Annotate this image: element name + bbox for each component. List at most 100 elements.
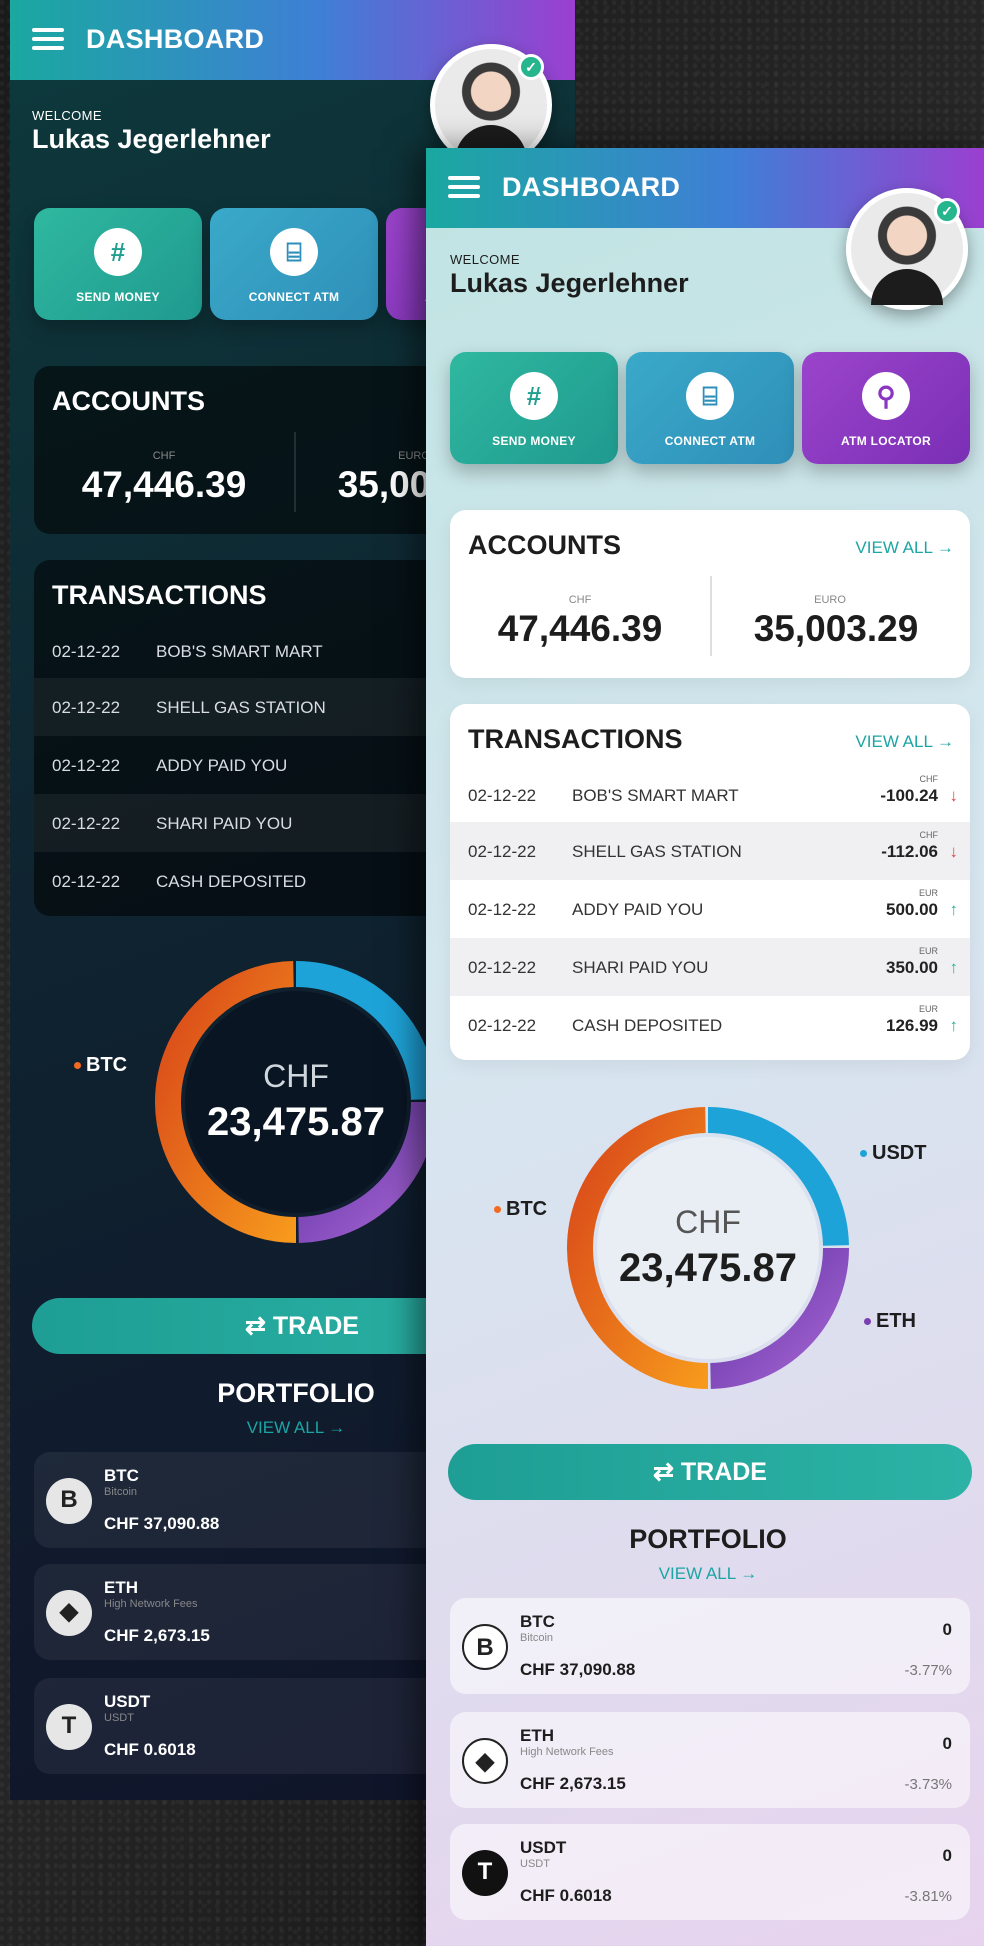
legend-btc: BTC [74,1054,127,1077]
holdings-currency: CHF [263,1058,329,1094]
portfolio-title: PORTFOLIO [217,1378,375,1408]
user-name: Lukas Jegerlehner [32,124,271,154]
coin-symbol: BTC [520,1612,555,1631]
accounts-divider [294,432,296,512]
connect-atm-label: CONNECT ATM [248,290,340,304]
transaction-date: 02-12-22 [468,786,537,805]
transaction-currency: EUR [918,888,938,898]
ethereum-icon: ◆ [46,1590,92,1636]
account-currency: CHF [152,450,176,462]
transaction-description: SHARI PAID YOU [572,958,709,977]
trade-button[interactable]: ⇄ TRADE [448,1444,972,1500]
accounts-view-all-link[interactable]: VIEW ALL → [855,538,954,558]
legend-usdt: USDT [860,1142,926,1165]
atm-locator-button[interactable]: ⚲ ATM LOCATOR [802,352,970,464]
connect-atm-button[interactable]: ⌸ CONNECT ATM [626,352,794,464]
coin-name: High Network Fees [104,1598,198,1610]
transaction-date: 02-12-22 [468,900,537,919]
coin-value: CHF 37,090.88 [520,1660,636,1679]
coin-value: CHF 2,673.15 [104,1626,210,1645]
portfolio-coin-usdt[interactable]: T USDT USDT CHF 0.6018 0 -3.81% [450,1824,970,1920]
portfolio-view-all-link[interactable]: VIEW ALL → [558,1564,858,1584]
coin-value: CHF 0.6018 [520,1886,612,1905]
transaction-description: SHARI PAID YOU [156,814,293,833]
header-title: DASHBOARD [502,172,681,202]
account-balance: 35,003.29 [753,608,919,649]
tether-icon: T [46,1704,92,1750]
transaction-row[interactable]: 02-12-22 SHARI PAID YOU EUR 350.00 ↑ [450,938,970,996]
transaction-description: BOB'S SMART MART [156,642,323,661]
hamburger-menu-icon[interactable] [32,28,64,50]
holdings-currency: CHF [675,1204,741,1240]
legend-btc: BTC [494,1198,547,1221]
transaction-date: 02-12-22 [52,642,121,661]
connect-atm-button[interactable]: ⌸ CONNECT ATM [210,208,378,320]
holdings-total: 23,475.87 [619,1246,797,1290]
account-balance: 47,446.39 [81,464,247,505]
arrow-up-icon: ↑ [949,900,959,919]
account-balance: 47,446.39 [497,608,663,649]
coin-name: High Network Fees [520,1746,614,1758]
bitcoin-icon: B [462,1624,508,1670]
transaction-row[interactable]: 02-12-22 SHELL GAS STATION CHF -112.06 ↓ [450,822,970,880]
transactions-view-all-link[interactable]: VIEW ALL → [855,732,954,752]
coin-name: Bitcoin [520,1632,554,1644]
portfolio-title: PORTFOLIO [629,1524,787,1554]
accounts-card: ACCOUNTS VIEW ALL → CHF 47,446.39 EURO 3… [450,510,970,678]
coin-symbol: USDT [520,1838,567,1857]
atm-locator-label: ATM LOCATOR [841,434,931,448]
header-title: DASHBOARD [86,24,265,54]
transaction-row[interactable]: 02-12-22 ADDY PAID YOU EUR 500.00 ↑ [450,880,970,938]
transaction-date: 02-12-22 [52,698,121,717]
bitcoin-icon: B [46,1478,92,1524]
transactions-card: TRANSACTIONS VIEW ALL → 02-12-22 BOB'S S… [450,704,970,1060]
send-money-button[interactable]: # SEND MONEY [450,352,618,464]
welcome-label: WELCOME [450,252,520,267]
transaction-date: 02-12-22 [52,872,121,891]
portfolio-view-all-link[interactable]: VIEW ALL → [146,1418,446,1438]
send-money-label: SEND MONEY [492,434,576,448]
arrow-down-icon: ↓ [949,842,959,861]
coin-value: CHF 37,090.88 [104,1514,220,1533]
coin-name: Bitcoin [104,1486,138,1498]
transaction-date: 02-12-22 [468,958,537,977]
transaction-date: 02-12-22 [52,814,121,833]
accounts-title: ACCOUNTS [468,530,621,560]
transaction-description: CASH DEPOSITED [572,1016,723,1035]
legend-eth: ETH [864,1310,916,1333]
connect-atm-label: CONNECT ATM [664,434,756,448]
coin-value: CHF 2,673.15 [520,1774,626,1793]
arrow-down-icon: ↓ [949,786,959,805]
hamburger-menu-icon[interactable] [448,176,480,198]
tether-icon: T [462,1850,508,1896]
transaction-currency: CHF [919,830,939,840]
coin-symbol: ETH [520,1726,554,1745]
portfolio-coin-btc[interactable]: B BTC Bitcoin CHF 37,090.88 0 -3.77% [450,1598,970,1694]
send-money-button[interactable]: # SEND MONEY [34,208,202,320]
arrow-up-icon: ↑ [949,1016,959,1035]
transaction-currency: EUR [918,946,938,956]
hash-icon: # [94,228,142,276]
coin-symbol: ETH [104,1578,138,1597]
coin-symbol: USDT [104,1692,151,1711]
coin-name: USDT [104,1712,134,1724]
transactions-title: TRANSACTIONS [468,724,683,754]
scan-icon: ⌸ [686,372,734,420]
user-name: Lukas Jegerlehner [450,268,689,298]
transaction-currency: EUR [918,1004,938,1014]
coin-change: -3.77% [904,1662,952,1679]
verified-check-icon: ✓ [518,54,544,80]
account-currency: CHF [568,594,592,606]
verified-check-icon: ✓ [934,198,960,224]
transaction-row[interactable]: 02-12-22 CASH DEPOSITED EUR 126.99 ↑ [450,996,970,1054]
hash-icon: # [510,372,558,420]
transaction-description: SHELL GAS STATION [572,842,742,861]
coin-symbol: BTC [104,1466,139,1485]
transaction-row[interactable]: 02-12-22 BOB'S SMART MART CHF -100.24 ↓ [450,766,970,824]
coin-name: USDT [520,1858,550,1870]
portfolio-coin-eth[interactable]: ◆ ETH High Network Fees CHF 2,673.15 0 -… [450,1712,970,1808]
accounts-divider [710,576,712,656]
transaction-date: 02-12-22 [468,1016,537,1035]
transaction-description: SHELL GAS STATION [156,698,326,717]
welcome-label: WELCOME [32,108,102,123]
